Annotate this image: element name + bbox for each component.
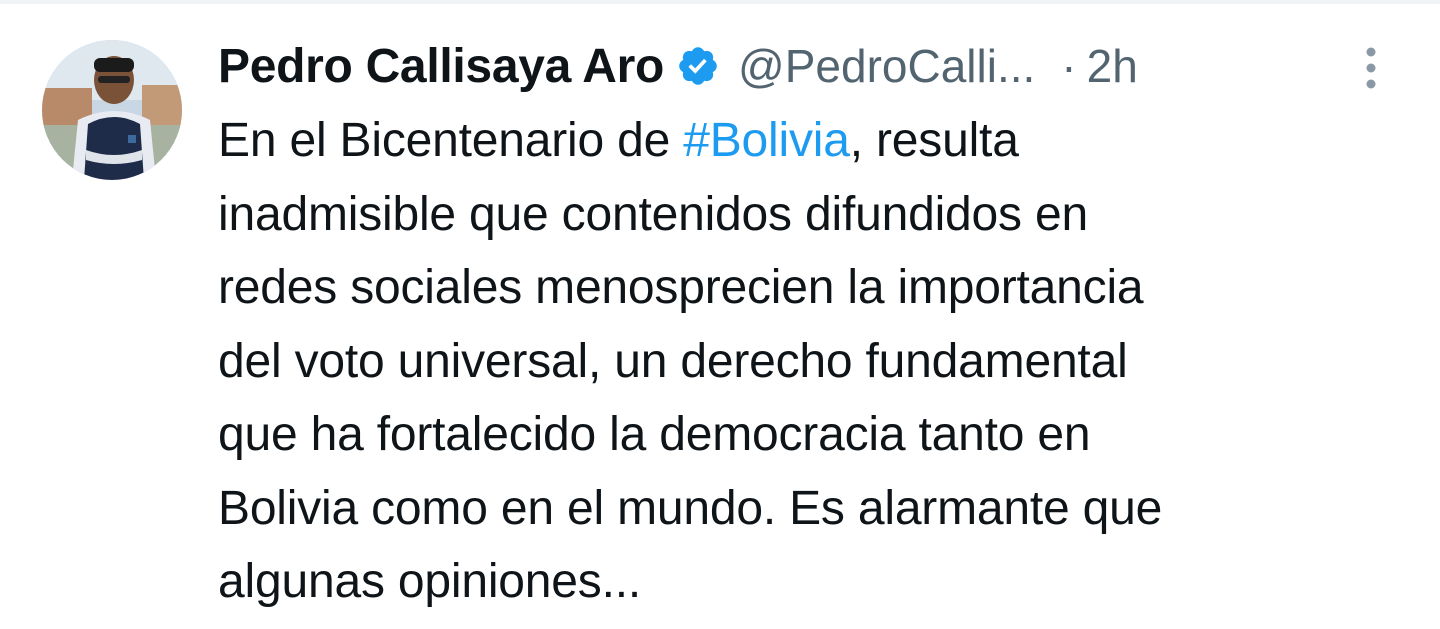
avatar[interactable] (42, 40, 182, 180)
tweet-text-segment: En el Bicentenario de (218, 114, 684, 167)
hashtag-link[interactable]: #Bolivia (683, 114, 850, 167)
tweet[interactable]: Pedro Callisaya Aro @PedroCalli... · 2h … (0, 0, 1440, 629)
tweet-text-segment: , resulta (849, 114, 1019, 167)
separator-dot: · (1061, 40, 1077, 92)
author-name[interactable]: Pedro Callisaya Aro (218, 39, 664, 94)
tweet-text: En el Bicentenario de #Bolivia, resulta … (218, 104, 1398, 619)
tweet-line: algunas opiniones... (218, 555, 641, 608)
more-vertical-icon[interactable] (1356, 44, 1386, 92)
tweet-header: Pedro Callisaya Aro @PedroCalli... · 2h (218, 34, 1418, 98)
avatar-photo (42, 40, 182, 180)
tweet-line: En el Bicentenario de #Bolivia, resulta (218, 104, 1398, 178)
tweet-line: Bolivia como en el mundo. Es alarmante q… (218, 481, 1163, 535)
verified-badge-icon[interactable] (676, 44, 720, 88)
tweet-line: del voto universal, un derecho fundament… (218, 334, 1128, 388)
tweet-line: redes sociales menosprecien la importanc… (218, 261, 1144, 314)
tweet-line: inadmisible que contenidos difundidos en (218, 187, 1088, 241)
timestamp[interactable]: 2h (1087, 39, 1138, 93)
tweet-line: que ha fortalecido la democracia tanto e… (218, 408, 1091, 461)
author-handle[interactable]: @PedroCalli... (738, 39, 1035, 93)
